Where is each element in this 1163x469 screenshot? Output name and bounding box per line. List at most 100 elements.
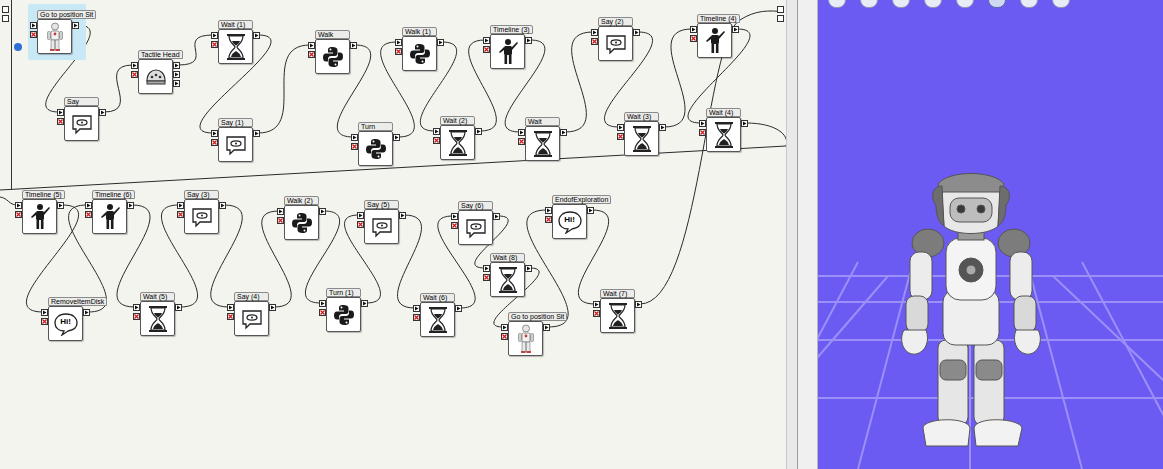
start-input-port[interactable] — [518, 129, 525, 136]
output-port[interactable] — [99, 109, 106, 116]
output-port[interactable] — [633, 29, 640, 36]
start-input-port[interactable] — [211, 32, 218, 39]
diagram-box[interactable]: Go to position Sit — [37, 10, 96, 54]
connection-line[interactable] — [664, 29, 692, 127]
start-input-port[interactable] — [277, 208, 284, 215]
stop-input-port[interactable] — [501, 333, 508, 340]
start-input-port[interactable] — [545, 207, 552, 214]
start-input-port[interactable] — [483, 37, 490, 44]
output-port[interactable] — [72, 22, 79, 29]
stop-input-port[interactable] — [518, 138, 525, 145]
output-port[interactable] — [173, 80, 180, 87]
box-body[interactable] — [64, 106, 99, 141]
start-input-port[interactable] — [617, 124, 624, 131]
start-input-port[interactable] — [41, 309, 48, 316]
start-input-port[interactable] — [133, 304, 140, 311]
box-body[interactable] — [598, 26, 633, 61]
output-port[interactable] — [587, 207, 594, 214]
output-port[interactable] — [57, 202, 64, 209]
box-body[interactable] — [600, 298, 635, 333]
stop-input-port[interactable] — [483, 274, 490, 281]
diagram-box[interactable]: Say (5) — [364, 200, 399, 244]
start-input-port[interactable] — [177, 202, 184, 209]
flow-diagram-canvas[interactable]: Go to position SitSayTactile HeadWait (1… — [0, 0, 786, 469]
diagram-box[interactable]: RemoveItemDiskHi! — [48, 297, 107, 341]
box-body[interactable] — [697, 23, 732, 58]
output-port[interactable] — [455, 305, 462, 312]
start-input-port[interactable] — [699, 120, 706, 127]
start-input-port[interactable] — [15, 202, 22, 209]
stop-input-port[interactable] — [593, 310, 600, 317]
diagram-box[interactable]: Wait (1) — [218, 20, 253, 64]
stop-input-port[interactable] — [319, 309, 326, 316]
stop-input-port[interactable] — [30, 31, 37, 38]
box-body[interactable] — [706, 117, 741, 152]
diagram-box[interactable]: Say (1) — [218, 118, 253, 162]
stop-input-port[interactable] — [308, 51, 315, 58]
robot-view[interactable] — [818, 0, 1163, 469]
stop-input-port[interactable] — [395, 48, 402, 55]
box-body[interactable] — [218, 127, 253, 162]
stop-input-port[interactable] — [57, 118, 64, 125]
panel-splitter[interactable] — [798, 0, 818, 469]
stop-input-port[interactable] — [690, 35, 697, 42]
connection-line[interactable] — [104, 65, 133, 112]
connection-line[interactable] — [398, 215, 422, 308]
connection-line[interactable] — [178, 35, 213, 65]
output-port[interactable] — [525, 37, 532, 44]
stop-input-port[interactable] — [483, 46, 490, 53]
box-body[interactable] — [508, 321, 543, 356]
box-body[interactable] — [234, 301, 269, 336]
diagram-box[interactable]: Turn (1) — [326, 288, 361, 332]
start-input-port[interactable] — [690, 26, 697, 33]
box-body[interactable]: Hi! — [48, 306, 83, 341]
toolbar-button[interactable] — [956, 0, 974, 8]
diagram-box[interactable]: Tactile Head — [138, 50, 183, 94]
output-port[interactable] — [732, 26, 739, 33]
stop-input-port[interactable] — [433, 137, 440, 144]
stop-input-port[interactable] — [85, 211, 92, 218]
stop-input-port[interactable] — [131, 71, 138, 78]
connection-line[interactable] — [258, 45, 310, 133]
start-input-port[interactable] — [319, 300, 326, 307]
start-input-port[interactable] — [593, 301, 600, 308]
diagram-box[interactable]: Wait (5) — [140, 292, 175, 336]
output-port[interactable] — [269, 304, 276, 311]
stop-input-port[interactable] — [413, 314, 420, 321]
output-port[interactable] — [475, 128, 482, 135]
start-input-port[interactable] — [85, 202, 92, 209]
box-body[interactable] — [440, 125, 475, 160]
output-port[interactable] — [393, 134, 400, 141]
box-body[interactable] — [138, 59, 173, 94]
box-body[interactable] — [420, 302, 455, 337]
toolbar-button[interactable] — [1052, 0, 1070, 8]
diagram-box[interactable]: EndofExplorationHi! — [552, 195, 611, 239]
diagram-start-port[interactable] — [2, 6, 9, 13]
diagram-box[interactable]: Wait (6) — [420, 293, 455, 337]
stop-input-port[interactable] — [591, 38, 598, 45]
connection-line[interactable] — [0, 123, 786, 205]
diagram-stop-port[interactable] — [2, 15, 9, 22]
start-input-port[interactable] — [308, 42, 315, 49]
diagram-box[interactable]: Say (2) — [598, 17, 633, 61]
toolbar-button[interactable] — [860, 0, 878, 8]
diagram-box[interactable]: Timeline (3) — [490, 25, 533, 69]
start-input-port[interactable] — [451, 213, 458, 220]
start-input-port[interactable] — [591, 29, 598, 36]
toolbar-button[interactable] — [892, 0, 910, 8]
diagram-box[interactable]: Wait (4) — [706, 108, 741, 152]
start-input-port[interactable] — [131, 62, 138, 69]
diagram-box[interactable]: Say (4) — [234, 292, 269, 336]
stop-input-port[interactable] — [277, 217, 284, 224]
diagram-box[interactable]: Wait (2) — [440, 116, 475, 160]
output-port[interactable] — [543, 324, 550, 331]
box-body[interactable] — [92, 199, 127, 234]
stop-input-port[interactable] — [617, 133, 624, 140]
start-input-port[interactable] — [30, 22, 37, 29]
diagram-box[interactable]: Say (6) — [458, 201, 493, 245]
connection-line[interactable] — [640, 11, 784, 304]
output-port[interactable] — [635, 301, 642, 308]
output-port[interactable] — [560, 129, 567, 136]
stop-input-port[interactable] — [351, 143, 358, 150]
start-input-port[interactable] — [433, 128, 440, 135]
